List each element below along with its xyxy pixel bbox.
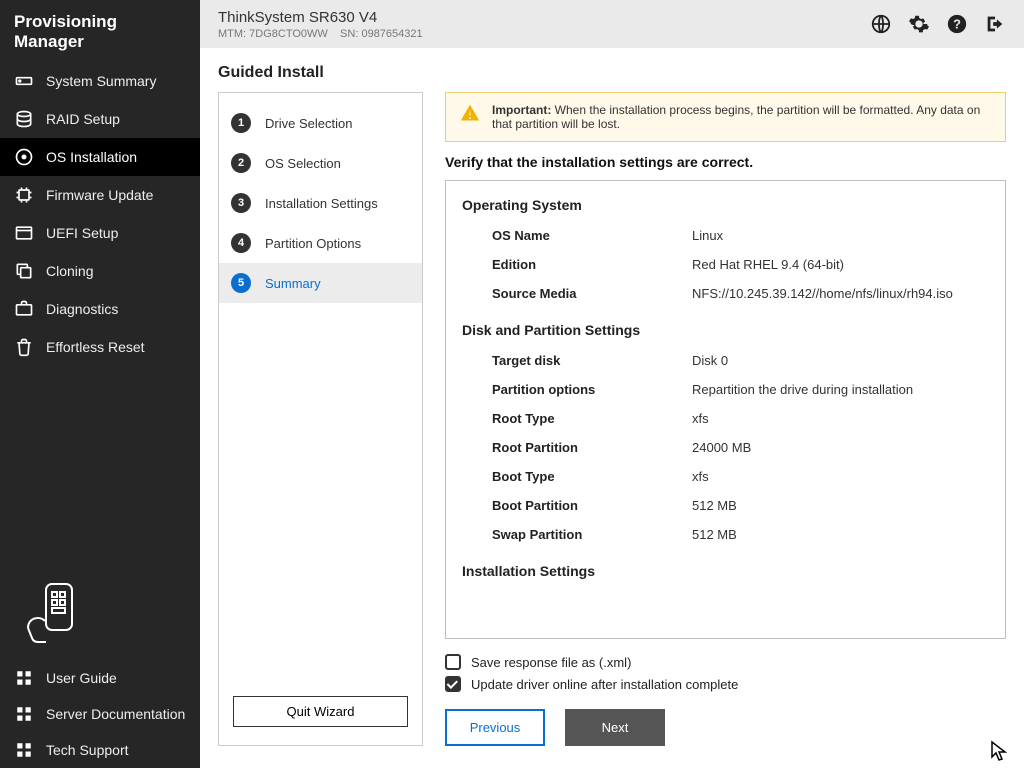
sidebar-item-label: UEFI Setup (46, 225, 118, 241)
wizard-steps: 1Drive Selection 2OS Selection 3Installa… (218, 92, 423, 746)
trash-icon (14, 337, 34, 357)
section-operating-system: Operating System (462, 197, 989, 213)
sidebar-nav: System Summary RAID Setup OS Installatio… (0, 62, 200, 366)
sidebar-item-firmware-update[interactable]: Firmware Update (0, 176, 200, 214)
summary-panel: Operating System OS NameLinux EditionRed… (445, 180, 1006, 639)
sidebar-item-effortless-reset[interactable]: Effortless Reset (0, 328, 200, 366)
summary-scroll[interactable]: Operating System OS NameLinux EditionRed… (446, 181, 1005, 638)
section-installation-settings: Installation Settings (462, 563, 989, 579)
checkbox-icon[interactable] (445, 654, 461, 670)
sidebar-item-label: RAID Setup (46, 111, 120, 127)
sidebar-link-tech-support[interactable]: Tech Support (0, 732, 200, 768)
disks-icon (14, 109, 34, 129)
checkbox-checked-icon[interactable] (445, 676, 461, 692)
sidebar: Provisioning Manager System Summary RAID… (0, 0, 200, 768)
sidebar-item-os-installation[interactable]: OS Installation (0, 138, 200, 176)
sidebar-item-uefi-setup[interactable]: UEFI Setup (0, 214, 200, 252)
exit-icon[interactable] (984, 13, 1006, 35)
sidebar-item-cloning[interactable]: Cloning (0, 252, 200, 290)
sidebar-item-system-summary[interactable]: System Summary (0, 62, 200, 100)
warning-icon (460, 103, 480, 131)
update-driver-checkbox[interactable]: Update driver online after installation … (445, 673, 1006, 695)
save-response-checkbox[interactable]: Save response file as (.xml) (445, 651, 1006, 673)
svg-text:?: ? (953, 17, 961, 32)
warning-text: When the installation process begins, th… (492, 103, 980, 131)
step-label: Installation Settings (265, 196, 378, 211)
step-label: Summary (265, 276, 321, 291)
step-partition-options[interactable]: 4Partition Options (219, 223, 422, 263)
step-label: Drive Selection (265, 116, 352, 131)
sidebar-link-label: Tech Support (46, 742, 129, 758)
next-button[interactable]: Next (565, 709, 665, 746)
sidebar-item-label: Firmware Update (46, 187, 153, 203)
grid-icon (14, 704, 34, 724)
sidebar-link-user-guide[interactable]: User Guide (0, 660, 200, 696)
step-label: Partition Options (265, 236, 361, 251)
step-summary[interactable]: 5Summary (219, 263, 422, 303)
sidebar-item-label: Effortless Reset (46, 339, 145, 355)
chip-icon (14, 185, 34, 205)
verify-heading: Verify that the installation settings ar… (445, 154, 1006, 170)
gear-icon[interactable] (908, 13, 930, 35)
grid-icon (14, 740, 34, 760)
disc-icon (14, 147, 34, 167)
help-icon[interactable]: ? (946, 13, 968, 35)
step-installation-settings[interactable]: 3Installation Settings (219, 183, 422, 223)
sidebar-bottom-links: User Guide Server Documentation Tech Sup… (0, 660, 200, 768)
page-title: Guided Install (218, 64, 1006, 82)
sidebar-link-label: Server Documentation (46, 706, 185, 722)
grid-icon (14, 668, 34, 688)
sidebar-item-raid-setup[interactable]: RAID Setup (0, 100, 200, 138)
warning-banner: Important: When the installation process… (445, 92, 1006, 142)
window-icon (14, 223, 34, 243)
app-brand: Provisioning Manager (0, 0, 200, 62)
case-icon (14, 299, 34, 319)
step-os-selection[interactable]: 2OS Selection (219, 143, 422, 183)
sidebar-item-label: Cloning (46, 263, 93, 279)
checkbox-label: Update driver online after installation … (471, 677, 738, 692)
step-drive-selection[interactable]: 1Drive Selection (219, 103, 422, 143)
quit-wizard-button[interactable]: Quit Wizard (233, 696, 408, 727)
qr-phone-icon (0, 568, 200, 660)
topbar: ThinkSystem SR630 V4 MTM: 7DG8CTO0WW SN:… (200, 0, 1024, 48)
sidebar-link-server-documentation[interactable]: Server Documentation (0, 696, 200, 732)
step-label: OS Selection (265, 156, 341, 171)
checkbox-label: Save response file as (.xml) (471, 655, 631, 670)
system-name: ThinkSystem SR630 V4 (218, 9, 423, 26)
globe-icon[interactable] (870, 13, 892, 35)
sidebar-item-diagnostics[interactable]: Diagnostics (0, 290, 200, 328)
section-disk-partition: Disk and Partition Settings (462, 322, 989, 338)
sidebar-link-label: User Guide (46, 670, 117, 686)
system-meta: MTM: 7DG8CTO0WW SN: 0987654321 (218, 28, 423, 40)
sidebar-item-label: System Summary (46, 73, 156, 89)
sidebar-item-label: OS Installation (46, 149, 137, 165)
sidebar-item-label: Diagnostics (46, 301, 118, 317)
drive-icon (14, 71, 34, 91)
previous-button[interactable]: Previous (445, 709, 545, 746)
copy-icon (14, 261, 34, 281)
